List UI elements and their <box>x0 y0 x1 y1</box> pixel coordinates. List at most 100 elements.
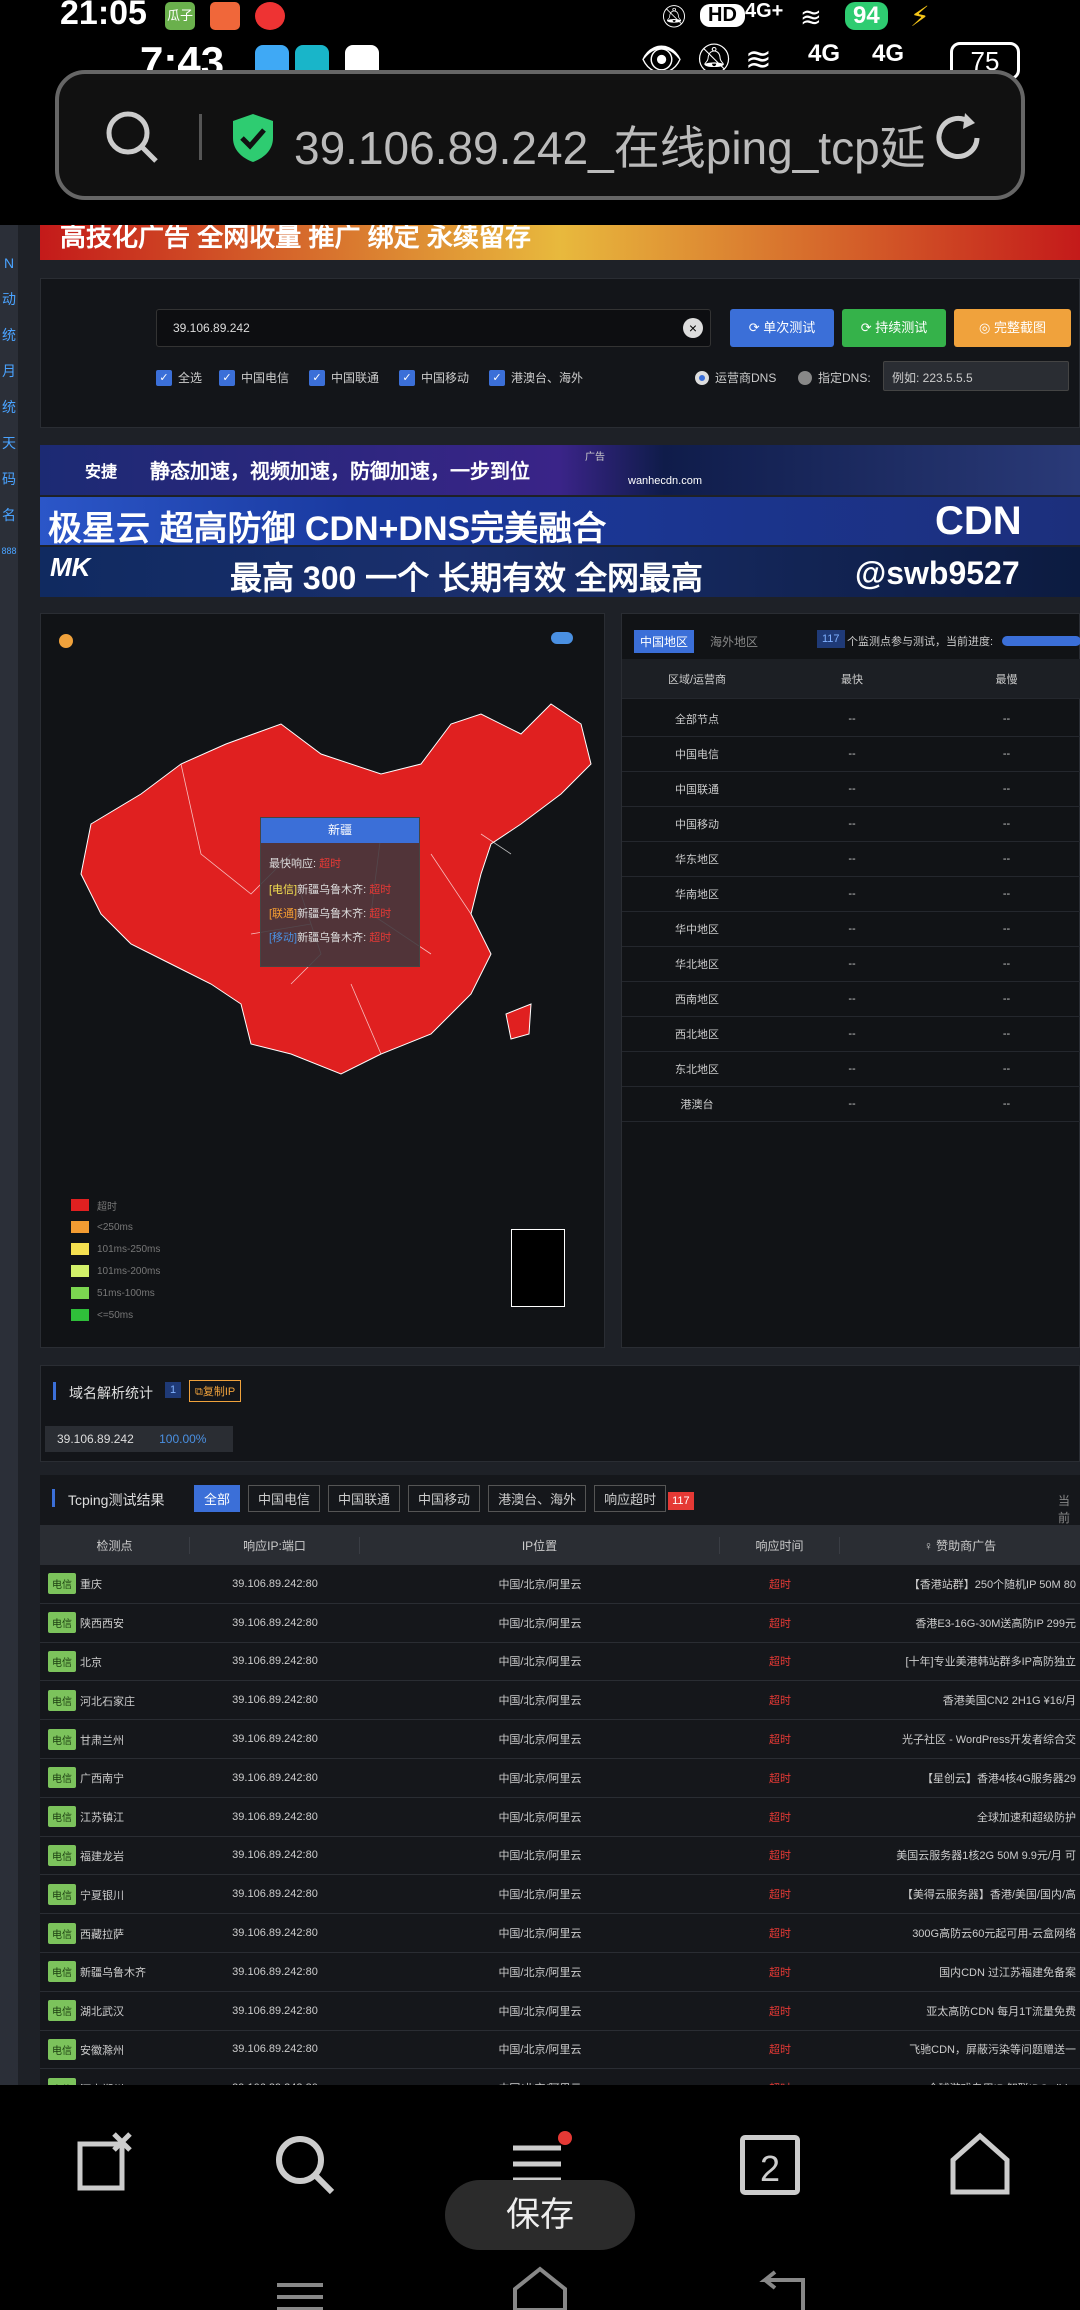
check-unicom[interactable]: ✓ 中国联通 <box>309 369 379 386</box>
region-row[interactable]: 华南地区 -- -- <box>622 877 1080 912</box>
close-tab-icon[interactable] <box>70 2130 140 2200</box>
response-time: 超时 <box>769 1966 791 1979</box>
side-text: 天 <box>2 435 16 451</box>
filter-unicom[interactable]: 中国联通 <box>328 1485 401 1512</box>
popup-value: 超时 <box>369 932 392 944</box>
url-text[interactable]: 39.106.89.242_在线ping_tcp延 <box>294 112 944 178</box>
table-row[interactable]: 电信 江苏镇江 39.106.89.242:80 中国/北京/阿里云 超时 全球加… <box>40 1797 1080 1837</box>
region-row[interactable]: 华北地区 -- -- <box>622 947 1080 982</box>
toggle-switch[interactable] <box>551 632 573 644</box>
filter-mobile[interactable]: 中国移动 <box>408 1485 481 1512</box>
table-row[interactable]: 电信 新疆乌鲁木齐 39.106.89.242:80 中国/北京/阿里云 超时 国… <box>40 1952 1080 1992</box>
left-ad-strip[interactable]: N 动 统 月 统 天 码 名 888 <box>0 225 18 2085</box>
ip-location: 中国/北京/阿里云 <box>498 1889 582 1902</box>
sponsor-ad[interactable]: 飞驰CDN，屏蔽污染等问题赠送一 <box>840 2041 1080 2057</box>
filter-overseas[interactable]: 港澳台、海外 <box>488 1485 587 1512</box>
sponsor-ad[interactable]: 光子社区 - WordPress开发者综合交 <box>840 1731 1080 1747</box>
fastest-value: -- <box>848 748 856 760</box>
region-row[interactable]: 华东地区 -- -- <box>622 842 1080 877</box>
ip-input[interactable]: 39.106.89.242 × <box>156 309 711 347</box>
sponsor-ad[interactable]: 亚太高防CDN 每月1T流量免费 <box>840 2003 1080 2019</box>
response-time: 超时 <box>769 1734 791 1747</box>
sponsor-ad[interactable]: 国内CDN 过江苏福建免备案 <box>840 1964 1080 1980</box>
response-ip: 39.106.89.242:80 <box>232 1733 318 1746</box>
search-icon[interactable] <box>104 109 160 165</box>
loop-icon: ⟳ <box>860 320 876 335</box>
single-test-label: 单次测试 <box>763 320 816 335</box>
tcping-title: Tcping测试结果 <box>68 1492 165 1508</box>
copy-ip-button[interactable]: ⧉复制IP <box>189 1380 242 1402</box>
region-row[interactable]: 港澳台 -- -- <box>622 1087 1080 1122</box>
region-row[interactable]: 东北地区 -- -- <box>622 1052 1080 1087</box>
check-mobile[interactable]: ✓ 中国移动 <box>399 369 469 386</box>
col-header: 区域/运营商 <box>667 673 727 686</box>
tabs-count-button[interactable]: 2 <box>740 2135 800 2195</box>
shield-icon <box>233 114 273 162</box>
filter-all[interactable]: 全部 <box>194 1485 241 1512</box>
reload-icon[interactable] <box>929 109 987 167</box>
check-all[interactable]: ✓ 全选 <box>156 369 202 386</box>
sponsor-ad[interactable]: [十年]专业美港韩站群多IP高防独立 <box>840 1653 1080 1669</box>
table-row[interactable]: 电信 安徽滁州 39.106.89.242:80 中国/北京/阿里云 超时 飞驰C… <box>40 2030 1080 2070</box>
region-row[interactable]: 中国联通 -- -- <box>622 772 1080 807</box>
check-overseas[interactable]: ✓ 港澳台、海外 <box>489 369 583 386</box>
table-row[interactable]: 电信 西藏拉萨 39.106.89.242:80 中国/北京/阿里云 超时 300… <box>40 1914 1080 1953</box>
ad-banner-2[interactable]: 极星云 超高防御 CDN+DNS完美融合 CDN <box>40 497 1080 548</box>
ip-location: 中国/北京/阿里云 <box>498 1695 582 1708</box>
sponsor-ad[interactable]: 香港美国CN2 2H1G ¥16/月 <box>840 1692 1080 1708</box>
table-row[interactable]: 电信 广西南宁 39.106.89.242:80 中国/北京/阿里云 超时 【星创… <box>40 1758 1080 1798</box>
top-banner-ad[interactable]: 高技化广告 全网收量 推广 绑定 永续留存 <box>40 225 1080 260</box>
dns-operator-radio[interactable]: 运营商DNS <box>695 369 776 386</box>
table-row[interactable]: 电信 重庆 39.106.89.242:80 中国/北京/阿里云 超时 【香港站群… <box>40 1565 1080 1604</box>
home-nav-icon[interactable] <box>510 2265 570 2310</box>
sponsor-ad[interactable]: 香港E3-16G-30M送高防IP 299元 <box>840 1615 1080 1631</box>
slowest-value: -- <box>1002 1028 1011 1040</box>
recents-icon[interactable] <box>275 2275 325 2310</box>
ad-banner-1[interactable]: 安捷 静态加速，视频加速，防御加速，一步到位 广告 wanhecdn.com <box>40 445 1080 495</box>
dns-input[interactable]: 例如: 223.5.5.5 <box>883 361 1069 391</box>
isp-tag: 电信 <box>48 1573 76 1595</box>
single-test-button[interactable]: ⟳ 单次测试 <box>730 309 834 347</box>
check-telecom[interactable]: ✓ 中国电信 <box>219 369 289 386</box>
table-row[interactable]: 电信 甘肃兰州 39.106.89.242:80 中国/北京/阿里云 超时 光子社… <box>40 1720 1080 1759</box>
region-name: 港澳台 <box>680 1099 714 1111</box>
home-icon[interactable] <box>945 2130 1015 2200</box>
save-button[interactable]: 保存 <box>445 2180 635 2250</box>
sponsor-ad[interactable]: 【香港站群】250个随机IP 50M 80 <box>840 1576 1080 1592</box>
table-row[interactable]: 电信 北京 39.106.89.242:80 中国/北京/阿里云 超时 [十年]专… <box>40 1642 1080 1682</box>
continuous-test-button[interactable]: ⟳ 持续测试 <box>842 309 946 347</box>
table-row[interactable]: 电信 河北石家庄 39.106.89.242:80 中国/北京/阿里云 超时 香港… <box>40 1681 1080 1721</box>
region-row[interactable]: 全部节点 -- -- <box>622 702 1080 737</box>
popup-isp: [电信] <box>269 884 298 896</box>
sponsor-ad[interactable]: 全球加速和超级防护 <box>840 1809 1080 1825</box>
ad-banner-3[interactable]: MK 最高 300 一个 长期有效 全网最高 @swb9527 <box>40 547 1080 597</box>
table-row[interactable]: 电信 福建龙岩 39.106.89.242:80 中国/北京/阿里云 超时 美国云… <box>40 1836 1080 1876</box>
region-name: 中国联通 <box>675 784 719 796</box>
region-row[interactable]: 西南地区 -- -- <box>622 982 1080 1017</box>
filter-timeout[interactable]: 响应超时 <box>594 1485 667 1512</box>
tab-overseas[interactable]: 海外地区 <box>710 633 758 650</box>
table-row[interactable]: 电信 湖北武汉 39.106.89.242:80 中国/北京/阿里云 超时 亚太高… <box>40 1991 1080 2031</box>
dns-custom-radio[interactable]: 指定DNS: <box>798 369 871 386</box>
back-icon[interactable] <box>755 2270 805 2310</box>
side-text: N <box>3 255 15 271</box>
region-row[interactable]: 西北地区 -- -- <box>622 1017 1080 1052</box>
region-row[interactable]: 中国移动 -- -- <box>622 807 1080 842</box>
region-row[interactable]: 华中地区 -- -- <box>622 912 1080 947</box>
table-row[interactable]: 电信 陕西西安 39.106.89.242:80 中国/北京/阿里云 超时 香港E… <box>40 1603 1080 1643</box>
sponsor-ad[interactable]: 美国云服务器1核2G 50M 9.9元/月 可 <box>840 1847 1080 1863</box>
table-row[interactable]: 电信 宁夏银川 39.106.89.242:80 中国/北京/阿里云 超时 【美得… <box>40 1875 1080 1915</box>
clear-icon[interactable]: × <box>683 318 703 338</box>
region-row[interactable]: 中国电信 -- -- <box>622 737 1080 772</box>
ip-location: 中国/北京/阿里云 <box>498 1772 582 1785</box>
url-bar[interactable]: 39.106.89.242_在线ping_tcp延 <box>55 70 1025 200</box>
screenshot-button[interactable]: ◎ 完整截图 <box>954 309 1071 347</box>
slowest-value: -- <box>1002 853 1011 865</box>
search-icon[interactable] <box>270 2130 340 2200</box>
refresh-icon: ⟳ <box>748 320 764 335</box>
tab-china[interactable]: 中国地区 <box>634 630 695 653</box>
sponsor-ad[interactable]: 【星创云】香港4核4G服务器29 <box>840 1770 1080 1786</box>
filter-telecom[interactable]: 中国电信 <box>248 1485 321 1512</box>
sponsor-ad[interactable]: 【美得云服务器】香港/美国/国内/高 <box>840 1886 1080 1902</box>
sponsor-ad[interactable]: 300G高防云60元起可用-云盒网络 <box>840 1925 1080 1941</box>
